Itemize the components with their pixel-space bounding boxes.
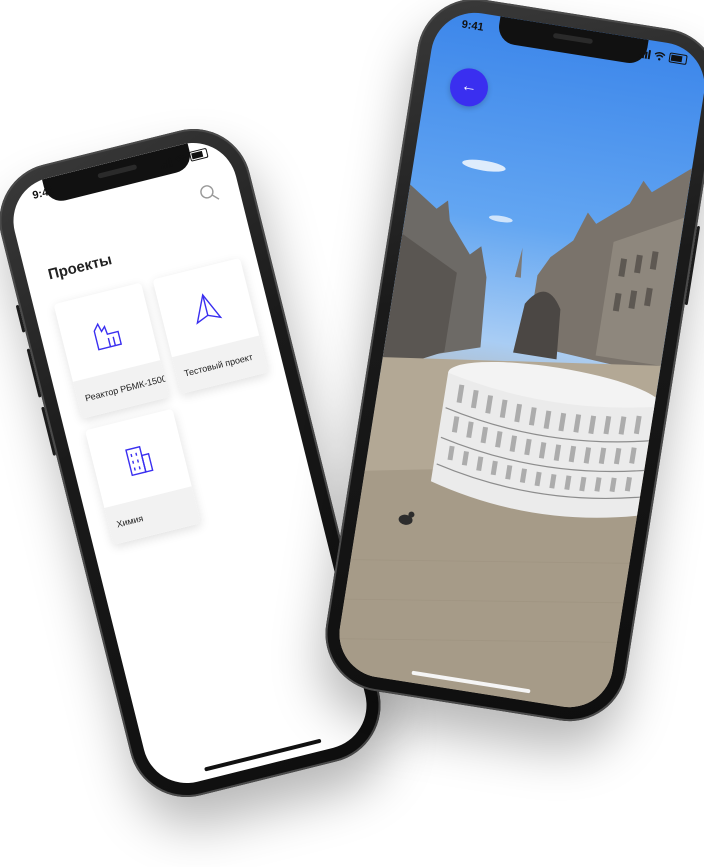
- project-card[interactable]: Химия: [85, 408, 201, 545]
- project-card-label: Тестовый проект: [171, 335, 269, 395]
- project-card-label: Реактор РБМК-1500: [72, 360, 170, 419]
- pyramid-icon: [187, 288, 224, 328]
- project-card[interactable]: Тестовый проект: [152, 257, 269, 395]
- page-title: Проекты: [46, 251, 114, 284]
- ar-camera-view[interactable]: [333, 7, 704, 714]
- volume-down-button: [41, 406, 57, 456]
- arrow-left-icon: ←: [459, 77, 479, 97]
- side-button: [15, 304, 26, 333]
- signal-icon: [638, 49, 652, 60]
- notch: [41, 143, 194, 205]
- phone-right: 9:41 ←: [317, 0, 704, 730]
- search-icon[interactable]: [197, 181, 221, 205]
- wifi-icon: [654, 52, 666, 61]
- power-button: [684, 225, 701, 306]
- stage: 9:41 Проекты Реактор РБМК-1500 Тестовый …: [0, 0, 704, 867]
- battery-icon: [188, 147, 209, 162]
- building-icon: [120, 439, 157, 479]
- screen-projects: 9:41 Проекты Реактор РБМК-1500 Тестовый …: [4, 133, 376, 793]
- screen-ar-view: 9:41 ←: [333, 6, 704, 714]
- project-card[interactable]: Реактор РБМК-1500: [53, 282, 170, 419]
- project-grid: Реактор РБМК-1500 Тестовый проект Химия: [53, 257, 300, 545]
- reactor-building-icon: [88, 313, 125, 353]
- project-card-label: Химия: [104, 486, 201, 545]
- phone-left: 9:41 Проекты Реактор РБМК-1500 Тестовый …: [0, 116, 393, 810]
- volume-up-button: [26, 348, 42, 398]
- home-indicator[interactable]: [204, 738, 322, 772]
- status-time: 9:41: [31, 184, 56, 202]
